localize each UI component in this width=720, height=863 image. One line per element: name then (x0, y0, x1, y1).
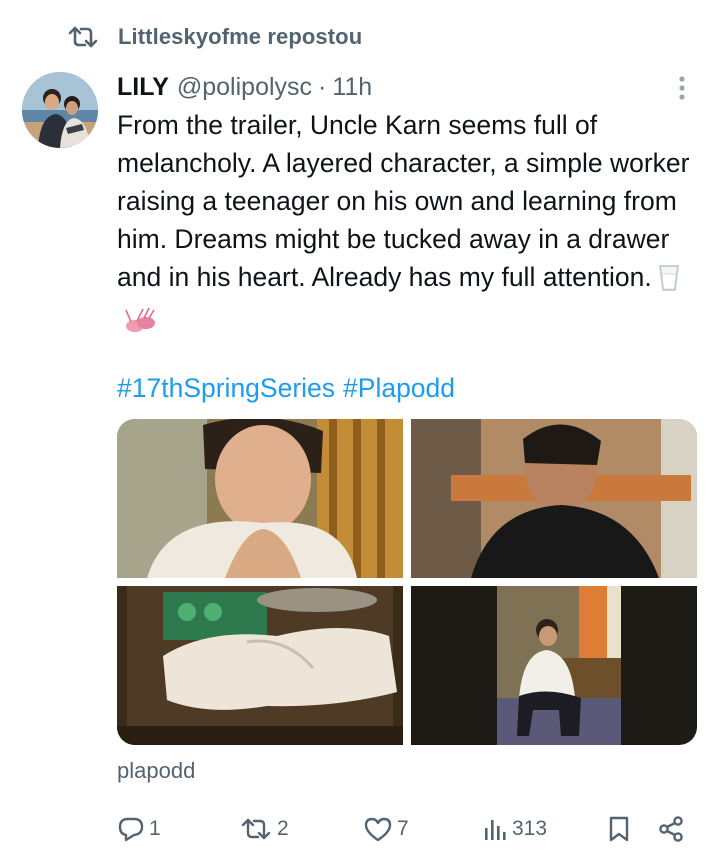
hashtag-link[interactable]: #Plapodd (343, 369, 455, 407)
repost-action-icon (239, 816, 273, 842)
source-label[interactable]: plapodd (117, 758, 195, 784)
ballet-shoes-emoji (123, 306, 157, 346)
share-icon (657, 815, 685, 843)
media-image-4[interactable] (411, 586, 697, 745)
separator: · (318, 72, 327, 101)
media-image-1[interactable] (117, 419, 403, 578)
avatar[interactable] (22, 72, 98, 148)
bookmark-button[interactable] (607, 812, 631, 846)
media-image-3[interactable] (117, 586, 403, 745)
views-count: 313 (512, 817, 548, 840)
share-button[interactable] (657, 812, 685, 846)
glass-emoji (658, 264, 680, 302)
hashtags: #17thSpringSeries #Plapodd (117, 369, 455, 407)
repost-button[interactable]: 2 (239, 812, 289, 846)
media-image-2[interactable] (411, 419, 697, 578)
like-count: 7 (397, 817, 409, 840)
like-button[interactable]: 7 (363, 812, 409, 846)
user-handle[interactable]: @polipolysc (177, 73, 312, 102)
repost-count: 2 (277, 817, 289, 840)
media-grid (117, 419, 697, 745)
more-icon[interactable] (672, 74, 692, 102)
tweet-text: From the trailer, Uncle Karn seems full … (117, 106, 702, 346)
repost-label: Littleskyofme repostou (118, 24, 363, 49)
reply-icon (117, 816, 145, 842)
views-button[interactable]: 313 (482, 812, 547, 846)
views-icon (482, 816, 508, 842)
tweet-header: LILY @polipolysc · 11h (117, 70, 372, 104)
tweet-body: From the trailer, Uncle Karn seems full … (117, 110, 690, 292)
repost-indicator[interactable]: Littleskyofme repostou (66, 22, 362, 52)
timestamp[interactable]: 11h (332, 73, 372, 102)
reply-button[interactable]: 1 (117, 812, 161, 846)
display-name[interactable]: LILY (117, 73, 169, 102)
repost-icon (66, 24, 100, 50)
hashtag-link[interactable]: #17thSpringSeries (117, 369, 335, 407)
like-icon (363, 816, 393, 842)
action-bar: 1 2 7 313 (117, 812, 687, 846)
reply-count: 1 (149, 817, 161, 840)
bookmark-icon (607, 815, 631, 843)
